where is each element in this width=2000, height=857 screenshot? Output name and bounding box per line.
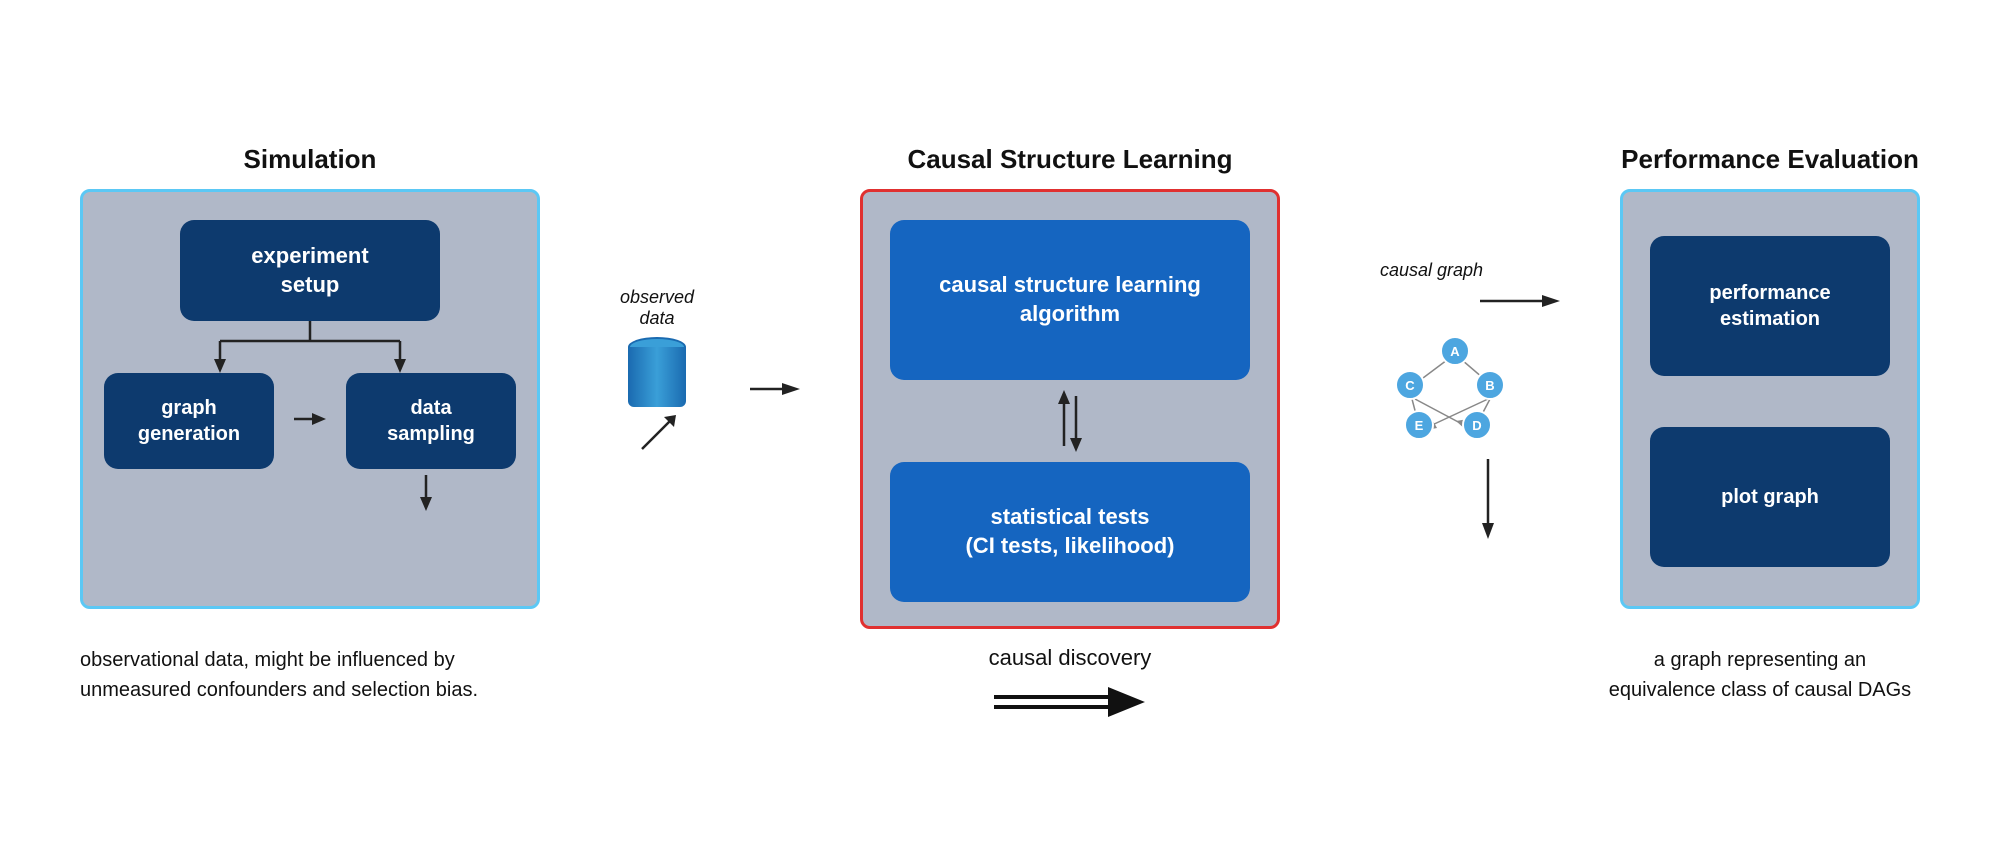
causal-box: causal structure learning algorithm [860,189,1280,629]
bottom-note: observational data, might be influenced … [80,645,480,705]
performance-estimation-label: performance estimation [1709,280,1830,332]
causal-section: Causal Structure Learning causal structu… [860,144,1280,629]
observed-data-connector: observed data [610,210,790,578]
equivalence-area: a graph representing an equivalence clas… [1580,635,1920,705]
node-D: D [1462,410,1492,440]
fork-svg [120,321,500,373]
experiment-setup-label: experiment setup [251,243,368,297]
sim-bottom-row: graph generation data sampling [104,373,516,469]
data-sampling-card: data sampling [346,373,516,469]
experiment-setup-card: experiment setup [180,220,440,321]
plot-graph-label: plot graph [1721,484,1819,510]
observed-data-label: observed data [620,287,694,329]
big-right-arrow [990,677,1150,733]
statistical-tests-card: statistical tests (CI tests, likelihood) [890,462,1250,602]
causal-discovery-label: causal discovery [989,645,1152,671]
down-arrow-equiv-svg [1476,459,1500,539]
double-arrow-svg [1050,386,1090,456]
main-row: Simulation experiment setup [40,124,1960,629]
graph-generation-card: graph generation [104,373,274,469]
simulation-box: experiment setup [80,189,540,609]
simulation-section: Simulation experiment setup [80,144,540,609]
algorithm-card: causal structure learning algorithm [890,220,1250,380]
fork-arrows [120,321,500,373]
right-middle-area: causal graph [1350,210,1550,544]
cylinder [628,337,686,409]
observed-data-area: observed data [620,287,694,458]
sim-inner: experiment setup [107,220,513,516]
right-arrow-svg [292,407,328,431]
performance-estimation-card: performance estimation [1650,236,1890,376]
arrow-down-to-equivalence [1476,459,1500,544]
bottom-section: observational data, might be influenced … [40,619,1960,733]
down-arrow-svg [414,475,438,511]
graph-illustration: A B C D E [1390,334,1520,449]
perf-section: Performance Evaluation performance estim… [1620,144,1920,609]
causal-discovery-area: causal discovery [989,645,1152,733]
arrow-to-perf-svg [1480,289,1560,313]
arrow-to-perf-top [1480,289,1560,318]
cylinder-arrow-svg [632,413,682,453]
node-A: A [1440,336,1470,366]
node-B: B [1475,370,1505,400]
perf-box: performance estimation plot graph [1620,189,1920,609]
bottom-note-area: observational data, might be influenced … [80,635,500,705]
graph-generation-label: graph generation [138,397,240,445]
double-arrows [1050,386,1090,456]
statistical-tests-label: statistical tests (CI tests, likelihood) [965,503,1174,560]
plot-graph-card: plot graph [1650,427,1890,567]
node-E: E [1404,410,1434,440]
simulation-title: Simulation [244,144,377,175]
full-diagram: Simulation experiment setup [40,124,1960,733]
causal-title: Causal Structure Learning [907,144,1232,175]
node-C: C [1395,370,1425,400]
data-sampling-label: data sampling [387,397,475,445]
right-arrow-causal-svg [750,377,800,401]
cylinder-body [628,347,686,407]
equivalence-label: a graph representing an equivalence clas… [1600,645,1920,705]
causal-graph-label: causal graph [1380,260,1483,281]
algorithm-label: causal structure learning algorithm [939,271,1201,328]
arrow-to-cylinder [414,475,438,516]
big-arrow-svg [990,677,1150,727]
cylinder-arrow [632,413,682,458]
arrow-to-causal [750,377,800,406]
arrow-right-gen-to-samp [292,407,328,436]
perf-title: Performance Evaluation [1621,144,1919,175]
